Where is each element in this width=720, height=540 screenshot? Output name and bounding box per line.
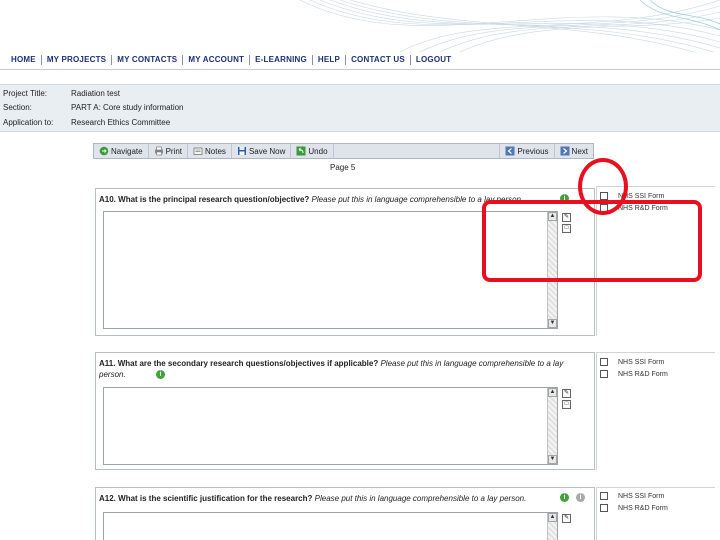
forms-divider: [596, 487, 597, 540]
question-a10-title: A10. What is the principal research ques…: [99, 194, 523, 205]
project-title-value: Radiation test: [71, 89, 120, 98]
nav-logout[interactable]: LOGOUT: [411, 55, 456, 65]
question-a11-panel: A11. What are the secondary research que…: [95, 352, 595, 470]
checkbox[interactable]: [600, 370, 608, 378]
nav-e-learning[interactable]: E-LEARNING: [250, 55, 313, 65]
next-button[interactable]: Next: [555, 144, 593, 158]
previous-label: Previous: [517, 146, 549, 156]
question-a10-text: What is the principal research question/…: [118, 195, 310, 204]
form-option-label: NHS R&D Form: [618, 370, 668, 378]
undo-icon: [296, 146, 306, 156]
question-a10-number: A10.: [99, 195, 116, 204]
question-a12-textarea[interactable]: ▲: [103, 512, 558, 540]
form-option-ssi[interactable]: NHS SSI Form: [600, 490, 668, 502]
save-icon: [237, 146, 247, 156]
application-row: Application to: Research Ethics Committe…: [3, 118, 170, 127]
form-option-label: NHS SSI Form: [618, 492, 665, 500]
question-a11-scrollbar[interactable]: ▲ ▼: [547, 388, 557, 464]
next-arrow-icon: [560, 146, 570, 156]
page-indicator: Page 5: [330, 163, 356, 172]
scroll-down-arrow[interactable]: ▼: [548, 455, 557, 464]
navigate-label: Navigate: [111, 146, 143, 156]
previous-button[interactable]: Previous: [499, 144, 555, 158]
nav-divider: [0, 69, 720, 70]
question-a11-text: What are the secondary research question…: [117, 359, 379, 368]
question-a11-number: A11.: [99, 359, 116, 368]
form-option-label: NHS R&D Form: [618, 504, 668, 512]
checkbox[interactable]: [600, 358, 608, 366]
question-a12-scrollbar[interactable]: ▲: [547, 513, 557, 540]
checkbox[interactable]: [600, 492, 608, 500]
form-option-rd[interactable]: NHS R&D Form: [600, 502, 668, 514]
expand-icon[interactable]: □: [562, 400, 571, 409]
checkbox[interactable]: [600, 504, 608, 512]
info-icon[interactable]: [156, 370, 165, 379]
info-icon[interactable]: [576, 493, 585, 502]
scroll-up-arrow[interactable]: ▲: [548, 513, 557, 522]
printer-icon: [154, 146, 164, 156]
section-row: Section: PART A: Core study information: [3, 103, 184, 112]
form-toolbar: Navigate Print Notes Save Now Undo Previ…: [93, 143, 594, 159]
question-a12-form-options: NHS SSI Form NHS R&D Form: [600, 490, 668, 514]
project-info-panel: Project Title: Radiation test Section: P…: [0, 84, 720, 132]
navigate-icon: [99, 146, 109, 156]
forms-divider: [596, 352, 597, 470]
banner-swirl-graphic: [299, 0, 720, 52]
application-label: Application to:: [3, 118, 54, 127]
next-label: Next: [571, 146, 588, 156]
nav-my-contacts[interactable]: MY CONTACTS: [112, 55, 184, 65]
spellcheck-icon[interactable]: ✎: [562, 389, 571, 398]
section-label: Section:: [3, 103, 32, 112]
info-icon[interactable]: [560, 493, 569, 502]
spellcheck-icon[interactable]: ✎: [562, 514, 571, 523]
question-a12-text: What is the scientific justification for…: [118, 494, 313, 503]
form-option-ssi[interactable]: NHS SSI Form: [600, 356, 668, 368]
application-value: Research Ethics Committee: [71, 118, 171, 127]
question-a11-form-options: NHS SSI Form NHS R&D Form: [600, 356, 668, 380]
question-a11-title: A11. What are the secondary research que…: [99, 358, 583, 380]
highlight-rectangle-annotation: [482, 200, 702, 282]
forms-top-line: [597, 487, 715, 488]
project-title-label: Project Title:: [3, 89, 48, 98]
project-title-row: Project Title: Radiation test: [3, 89, 120, 98]
notes-button[interactable]: Notes: [188, 144, 232, 158]
scroll-up-arrow[interactable]: ▲: [548, 388, 557, 397]
undo-button[interactable]: Undo: [291, 144, 334, 158]
question-a12-number: A12.: [99, 494, 116, 503]
navigate-button[interactable]: Navigate: [94, 144, 149, 158]
question-a11-textarea[interactable]: ▲ ▼: [103, 387, 558, 465]
header-banner: [0, 0, 720, 52]
main-nav: HOME MY PROJECTS MY CONTACTS MY ACCOUNT …: [6, 54, 456, 66]
save-now-button[interactable]: Save Now: [232, 144, 292, 158]
section-value: PART A: Core study information: [71, 103, 184, 112]
forms-top-line: [597, 352, 715, 353]
form-option-label: NHS SSI Form: [618, 358, 665, 366]
print-label: Print: [165, 146, 183, 156]
previous-arrow-icon: [505, 146, 515, 156]
nav-home[interactable]: HOME: [6, 55, 42, 65]
nav-help[interactable]: HELP: [313, 55, 347, 65]
scroll-down-arrow[interactable]: ▼: [548, 319, 557, 328]
save-now-label: Save Now: [248, 146, 286, 156]
undo-label: Undo: [308, 146, 328, 156]
print-button[interactable]: Print: [149, 144, 189, 158]
question-a12-hint: Please put this in language comprehensib…: [314, 494, 527, 503]
question-a12-title: A12. What is the scientific justificatio…: [99, 493, 526, 504]
notes-icon: [193, 146, 203, 156]
notes-label: Notes: [205, 146, 226, 156]
nav-my-projects[interactable]: MY PROJECTS: [42, 55, 113, 65]
nav-my-account[interactable]: MY ACCOUNT: [183, 55, 251, 65]
form-option-rd[interactable]: NHS R&D Form: [600, 368, 668, 380]
nav-contact-us[interactable]: CONTACT US: [346, 55, 411, 65]
question-a12-panel: A12. What is the scientific justificatio…: [95, 487, 595, 540]
